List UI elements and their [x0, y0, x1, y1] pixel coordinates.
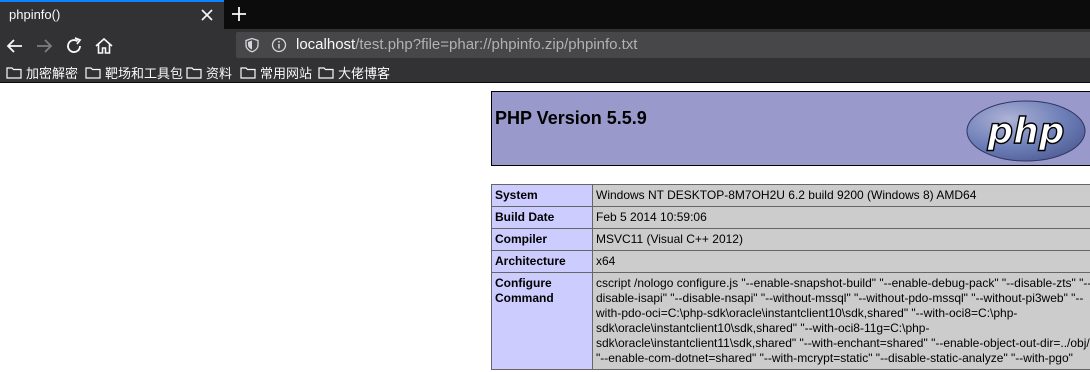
row-value: Windows NT DESKTOP-8M7OH2U 6.2 build 920…: [592, 184, 1090, 207]
url-host: localhost: [296, 36, 356, 53]
tab-title: phpinfo(): [9, 7, 61, 22]
row-key: Compiler: [491, 228, 593, 251]
folder-icon: [186, 67, 202, 79]
table-row: Configure Command cscript /nologo config…: [491, 272, 1090, 370]
row-key: Configure Command: [491, 272, 593, 370]
php-info-table: System Windows NT DESKTOP-8M7OH2U 6.2 bu…: [491, 184, 1090, 370]
row-value: cscript /nologo configure.js "--enable-s…: [592, 272, 1090, 370]
tab-strip: phpinfo(): [0, 0, 1090, 29]
reload-icon[interactable]: [63, 35, 85, 57]
close-tab-icon[interactable]: [198, 6, 216, 24]
table-row: System Windows NT DESKTOP-8M7OH2U 6.2 bu…: [491, 184, 1090, 207]
bookmark-label: 靶场和工具包: [105, 66, 184, 81]
tracking-shield-icon[interactable]: [244, 37, 260, 53]
new-tab-icon[interactable]: [229, 4, 249, 24]
home-icon[interactable]: [93, 35, 115, 57]
bookmark-folder-1[interactable]: 加密解密: [6, 64, 78, 81]
forward-arrow-icon[interactable]: [33, 35, 55, 57]
bookmark-label: 常用网站: [260, 66, 313, 81]
page-title: PHP Version 5.5.9: [495, 108, 647, 128]
bookmark-label: 资料: [206, 66, 233, 81]
row-key: Architecture: [491, 250, 593, 273]
navigation-toolbar: localhost/test.php?file=phar://phpinfo.z…: [0, 29, 1090, 62]
url-path: /test.php?file=phar://phpinfo.zip/phpinf…: [355, 36, 638, 53]
bookmark-label: 大佬博客: [338, 66, 391, 81]
page-content: PHP Version 5.5.9 php System Windows NT …: [0, 84, 1090, 372]
php-logo-icon: php: [966, 100, 1086, 162]
php-version-header: PHP Version 5.5.9 php: [491, 91, 1090, 166]
folder-icon: [85, 67, 101, 79]
table-row: Build Date Feb 5 2014 10:59:06: [491, 206, 1090, 229]
folder-icon: [6, 67, 22, 79]
folder-icon: [240, 67, 256, 79]
bookmark-folder-4[interactable]: 常用网站: [240, 64, 312, 81]
address-bar[interactable]: localhost/test.php?file=phar://phpinfo.z…: [236, 32, 1090, 58]
folder-icon: [318, 67, 334, 79]
active-tab[interactable]: phpinfo(): [0, 0, 224, 29]
logo-text: php: [986, 111, 1064, 152]
table-row: Architecture x64: [491, 250, 1090, 273]
url-text[interactable]: localhost/test.php?file=phar://phpinfo.z…: [296, 36, 637, 53]
bookmarks-toolbar: 加密解密 靶场和工具包 资料 常用网站 大佬博客: [0, 62, 1090, 83]
bookmark-label: 加密解密: [26, 66, 79, 81]
bookmark-folder-3[interactable]: 资料: [186, 64, 232, 81]
row-value: x64: [592, 250, 1090, 273]
row-value: MSVC11 (Visual C++ 2012): [592, 228, 1090, 251]
table-row: Compiler MSVC11 (Visual C++ 2012): [491, 228, 1090, 251]
bookmark-folder-5[interactable]: 大佬博客: [318, 64, 390, 81]
row-key: Build Date: [491, 206, 593, 229]
bookmark-folder-2[interactable]: 靶场和工具包: [85, 64, 183, 81]
site-info-icon[interactable]: [271, 37, 287, 53]
row-value: Feb 5 2014 10:59:06: [592, 206, 1090, 229]
back-arrow-icon[interactable]: [4, 35, 26, 57]
row-key: System: [491, 184, 593, 207]
